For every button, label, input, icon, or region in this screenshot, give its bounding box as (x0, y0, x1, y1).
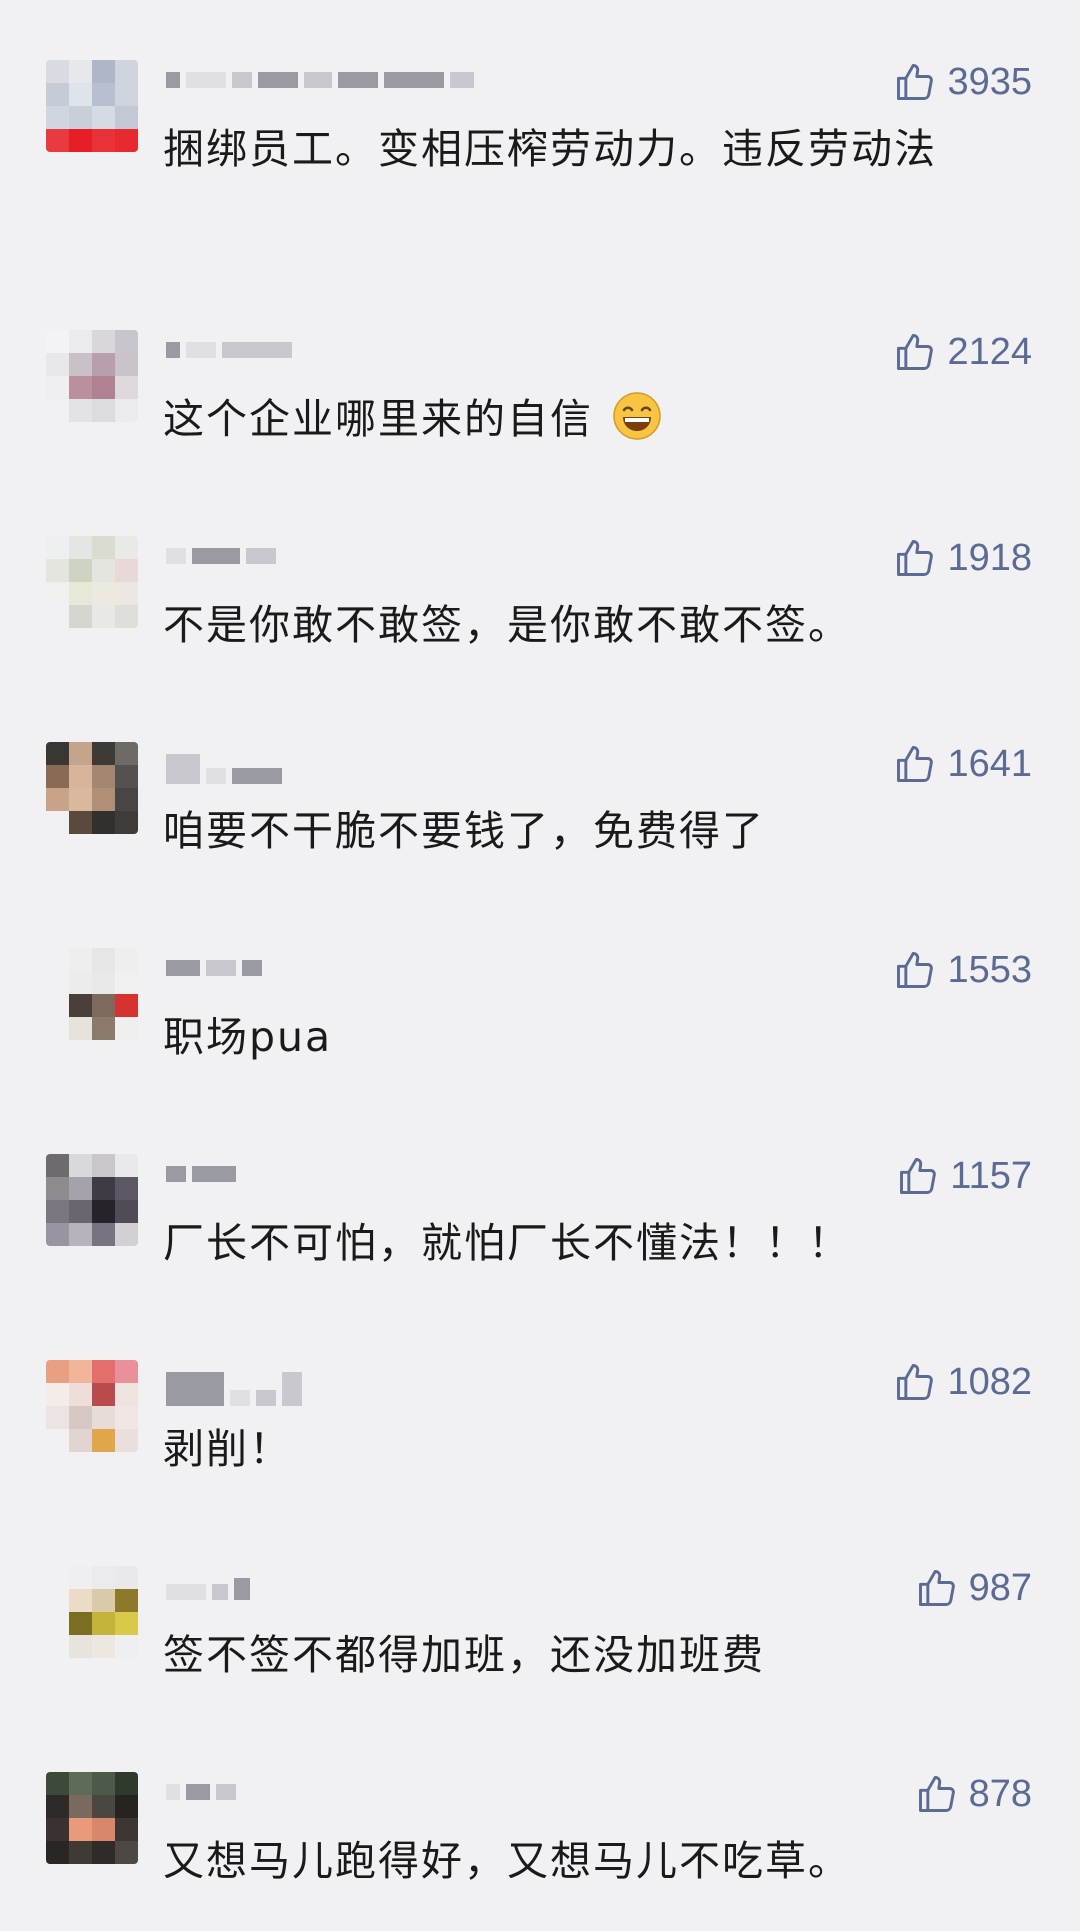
thumbs-up-icon (897, 746, 934, 782)
avatar[interactable] (46, 1360, 138, 1452)
avatar[interactable] (46, 536, 138, 628)
like-button[interactable]: 1553 (893, 948, 1032, 992)
avatar[interactable] (46, 60, 138, 152)
like-count: 878 (968, 1772, 1032, 1815)
comment-text: 捆绑员工。变相压榨劳动力。违反劳动法 (163, 125, 937, 173)
nickname-blurred[interactable] (166, 72, 474, 88)
nickname-blurred[interactable] (166, 960, 262, 976)
thumbs-up-icon (897, 1364, 934, 1400)
nickname-blurred[interactable] (166, 1166, 236, 1182)
like-button[interactable]: 1918 (893, 536, 1032, 580)
like-button[interactable]: 2124 (893, 330, 1032, 374)
like-count: 1082 (947, 1360, 1032, 1403)
nickname-blurred[interactable] (166, 1372, 302, 1406)
comment-text: 这个企业哪里来的自信 (163, 388, 1003, 450)
like-button[interactable]: 1157 (896, 1154, 1032, 1198)
like-count: 1157 (950, 1154, 1032, 1197)
nickname-blurred[interactable] (166, 754, 282, 784)
like-count: 1918 (947, 536, 1032, 579)
avatar[interactable] (46, 948, 138, 1040)
comment-text: 咱要不干脆不要钱了，免费得了 (163, 807, 765, 855)
like-button[interactable]: 1082 (893, 1360, 1032, 1404)
like-count: 1553 (947, 948, 1032, 991)
thumbs-up-icon (897, 952, 934, 988)
avatar[interactable] (46, 1772, 138, 1864)
like-count: 1641 (947, 742, 1032, 785)
comment-text: 签不签不都得加班，还没加班费 (163, 1631, 765, 1679)
comment-text: 不是你敢不敢签，是你敢不敢不签。 (163, 601, 851, 649)
avatar[interactable] (46, 330, 138, 422)
avatar[interactable] (46, 1566, 138, 1658)
comment-text: 又想马儿跑得好，又想马儿不吃草。 (163, 1837, 851, 1885)
thumbs-up-icon (918, 1570, 955, 1606)
nickname-blurred[interactable] (166, 548, 276, 564)
like-button[interactable]: 987 (915, 1566, 1032, 1610)
comment-text: 厂长不可怕，就怕厂长不懂法！！！ (163, 1219, 851, 1267)
nickname-blurred[interactable] (166, 342, 292, 358)
comment-text: 剥削！ (163, 1425, 292, 1473)
avatar[interactable] (46, 742, 138, 834)
like-count: 987 (968, 1566, 1032, 1609)
thumbs-up-icon (897, 540, 934, 576)
avatar[interactable] (46, 1154, 138, 1246)
like-button[interactable]: 3935 (893, 60, 1032, 104)
thumbs-up-icon (900, 1158, 937, 1194)
comment-text: 职场pua (163, 1013, 333, 1061)
like-count: 3935 (947, 60, 1032, 103)
thumbs-up-icon (897, 64, 934, 100)
grinning-face-emoji (613, 392, 661, 440)
like-count: 2124 (947, 330, 1032, 373)
thumbs-up-icon (897, 334, 934, 370)
thumbs-up-icon (918, 1776, 955, 1812)
nickname-blurred[interactable] (166, 1578, 250, 1600)
like-button[interactable]: 878 (915, 1772, 1032, 1816)
nickname-blurred[interactable] (166, 1784, 236, 1800)
comment-text-body: 这个企业哪里来的自信 (163, 395, 593, 443)
like-button[interactable]: 1641 (893, 742, 1032, 786)
